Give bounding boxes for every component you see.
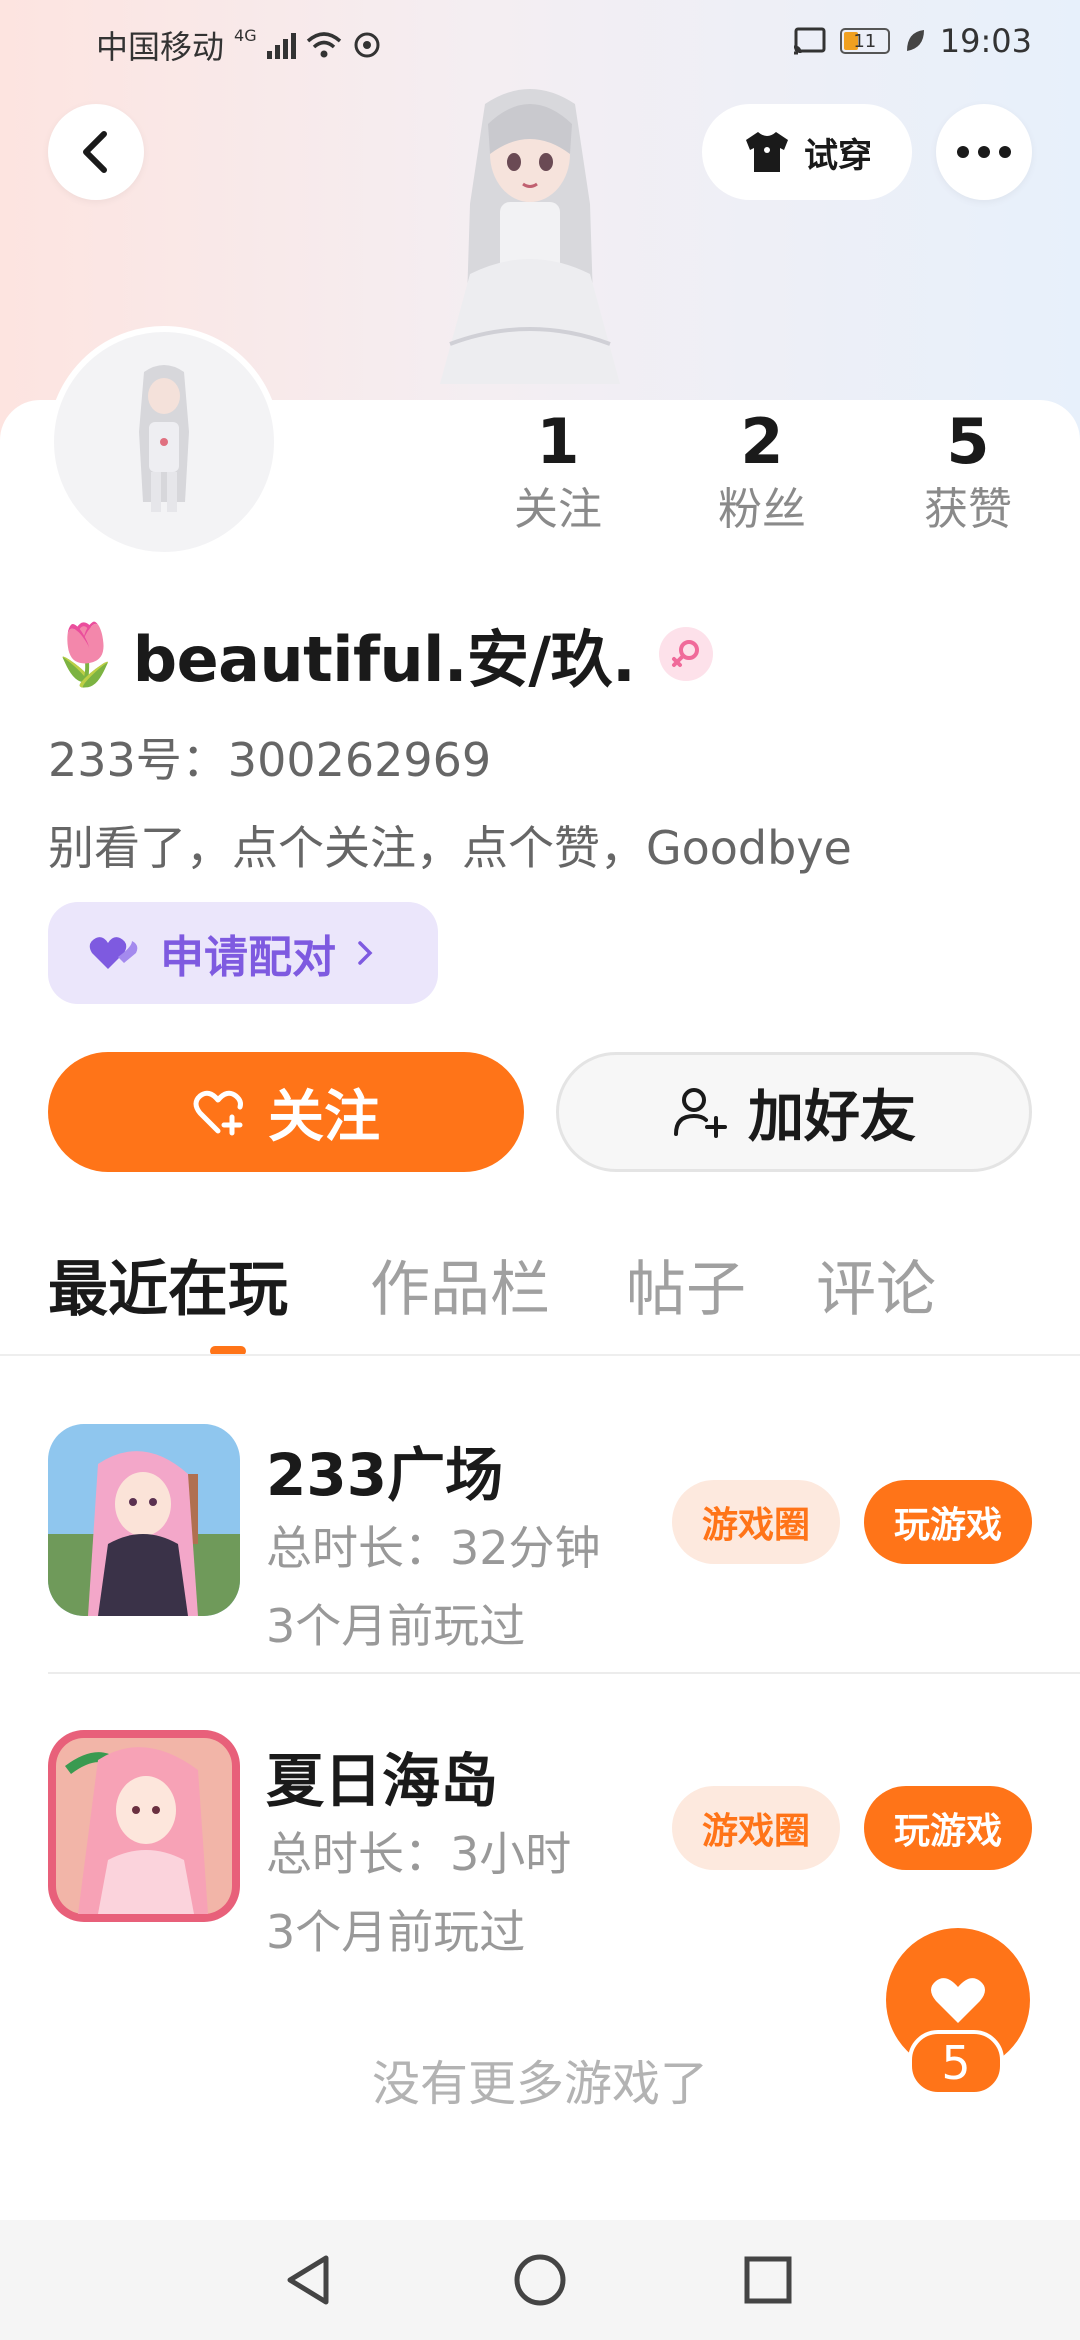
stat-likes-count: 5 [946,405,990,478]
tabs-divider [0,1354,1080,1356]
add-friend-label: 加好友 [748,1084,916,1150]
stat-followers-label: 粉丝 [718,484,806,535]
add-user-icon [674,1088,727,1138]
stat-following-label: 关注 [514,484,602,535]
more-dots-icon [957,146,1011,158]
stat-followers-count: 2 [740,405,784,478]
game-item[interactable]: 夏日海岛 总时长：3小时 3个月前玩过 游戏圈 玩游戏 [0,1730,1080,1970]
tab-works[interactable]: 作品栏 [370,1250,550,1330]
game-duration: 总时长：32分钟 [266,1521,601,1575]
chevron-right-icon [358,941,373,965]
nav-recents-button[interactable] [736,2248,800,2312]
status-right: 11 19:03 [792,22,1032,60]
user-id: 233号：300262969 [48,733,492,787]
heart-plus-icon [193,1090,243,1136]
game-icon-summer-island[interactable] [48,1730,240,1922]
avatar-figure-icon [139,365,189,512]
follow-label: 关注 [268,1084,380,1150]
clock: 19:03 [939,22,1032,60]
game-last-played: 3个月前玩过 [266,1905,526,1959]
wifi-icon [306,32,341,58]
game-icon-233-plaza[interactable] [48,1424,240,1616]
request-pairing-label: 申请配对 [160,932,336,983]
tulip-emoji: 🌷 [48,619,123,690]
game-duration: 总时长：3小时 [266,1827,572,1881]
play-game-button[interactable]: 玩游戏 [864,1786,1032,1870]
game-last-played: 3个月前玩过 [266,1599,526,1653]
follow-button[interactable]: 关注 [48,1052,524,1172]
stat-likes[interactable]: 5 获赞 [898,404,1038,540]
stat-following[interactable]: 1 关注 [488,404,628,540]
try-on-label: 试穿 [804,135,872,176]
game-item[interactable]: 233广场 总时长：32分钟 3个月前玩过 游戏圈 玩游戏 [0,1424,1080,1664]
profile-tabs: 最近在玩 作品栏 帖子 评论 [48,1250,1048,1356]
avatar-3d-figure[interactable] [380,84,680,404]
username-row: 🌷 beautiful.安/玖. [48,614,714,696]
avatar[interactable] [48,326,280,558]
game-circle-button[interactable]: 游戏圈 [672,1480,840,1564]
triangle-back-icon [287,2255,329,2305]
request-pairing-button[interactable]: 申请配对 [48,902,438,1004]
stat-followers[interactable]: 2 粉丝 [692,404,832,540]
stat-following-count: 1 [536,405,580,478]
back-button[interactable] [48,104,144,200]
game-title: 233广场 [266,1441,504,1509]
heart-icon [931,1978,985,2023]
game-circle-button[interactable]: 游戏圈 [672,1786,840,1870]
system-nav-bar [0,2220,1080,2340]
play-game-button[interactable]: 玩游戏 [864,1480,1032,1564]
nav-home-button[interactable] [508,2248,572,2312]
signal-icon [266,31,296,59]
more-button[interactable] [936,104,1032,200]
stat-likes-label: 获赞 [924,484,1012,535]
network-type: 4G [234,25,257,45]
shirt-icon [746,132,788,172]
status-bar: 中国移动 4G 11 19:03 [0,0,1080,84]
battery-icon: 11 [839,28,890,54]
carrier-name: 中国移动 [96,28,225,66]
game-title: 夏日海岛 [266,1747,499,1815]
status-left: 中国移动 4G [96,22,382,68]
profile-page: 中国移动 4G 11 19:03 试穿 1 关注 2 粉丝 5 获赞 🌷 bea… [0,0,1080,2340]
tab-comments[interactable]: 评论 [816,1250,936,1330]
user-bio: 别看了，点个关注，点个赞，Goodbye [48,821,852,875]
username: beautiful.安/玖. [132,623,636,696]
like-count-badge: 5 [908,2030,1004,2096]
list-divider [48,1672,1080,1674]
square-recents-icon [744,2256,792,2304]
double-heart-icon [89,937,138,969]
nav-back-button[interactable] [276,2248,340,2312]
female-gender-icon [659,627,714,681]
add-friend-button[interactable]: 加好友 [556,1052,1032,1172]
hotspot-icon [354,32,380,58]
leaf-icon [906,30,924,51]
try-on-button[interactable]: 试穿 [702,104,912,200]
tab-recently-played[interactable]: 最近在玩 [48,1250,288,1330]
chevron-left-icon [83,131,107,173]
cast-icon [793,27,826,55]
tab-posts[interactable]: 帖子 [626,1250,746,1330]
circle-home-icon [514,2254,566,2306]
